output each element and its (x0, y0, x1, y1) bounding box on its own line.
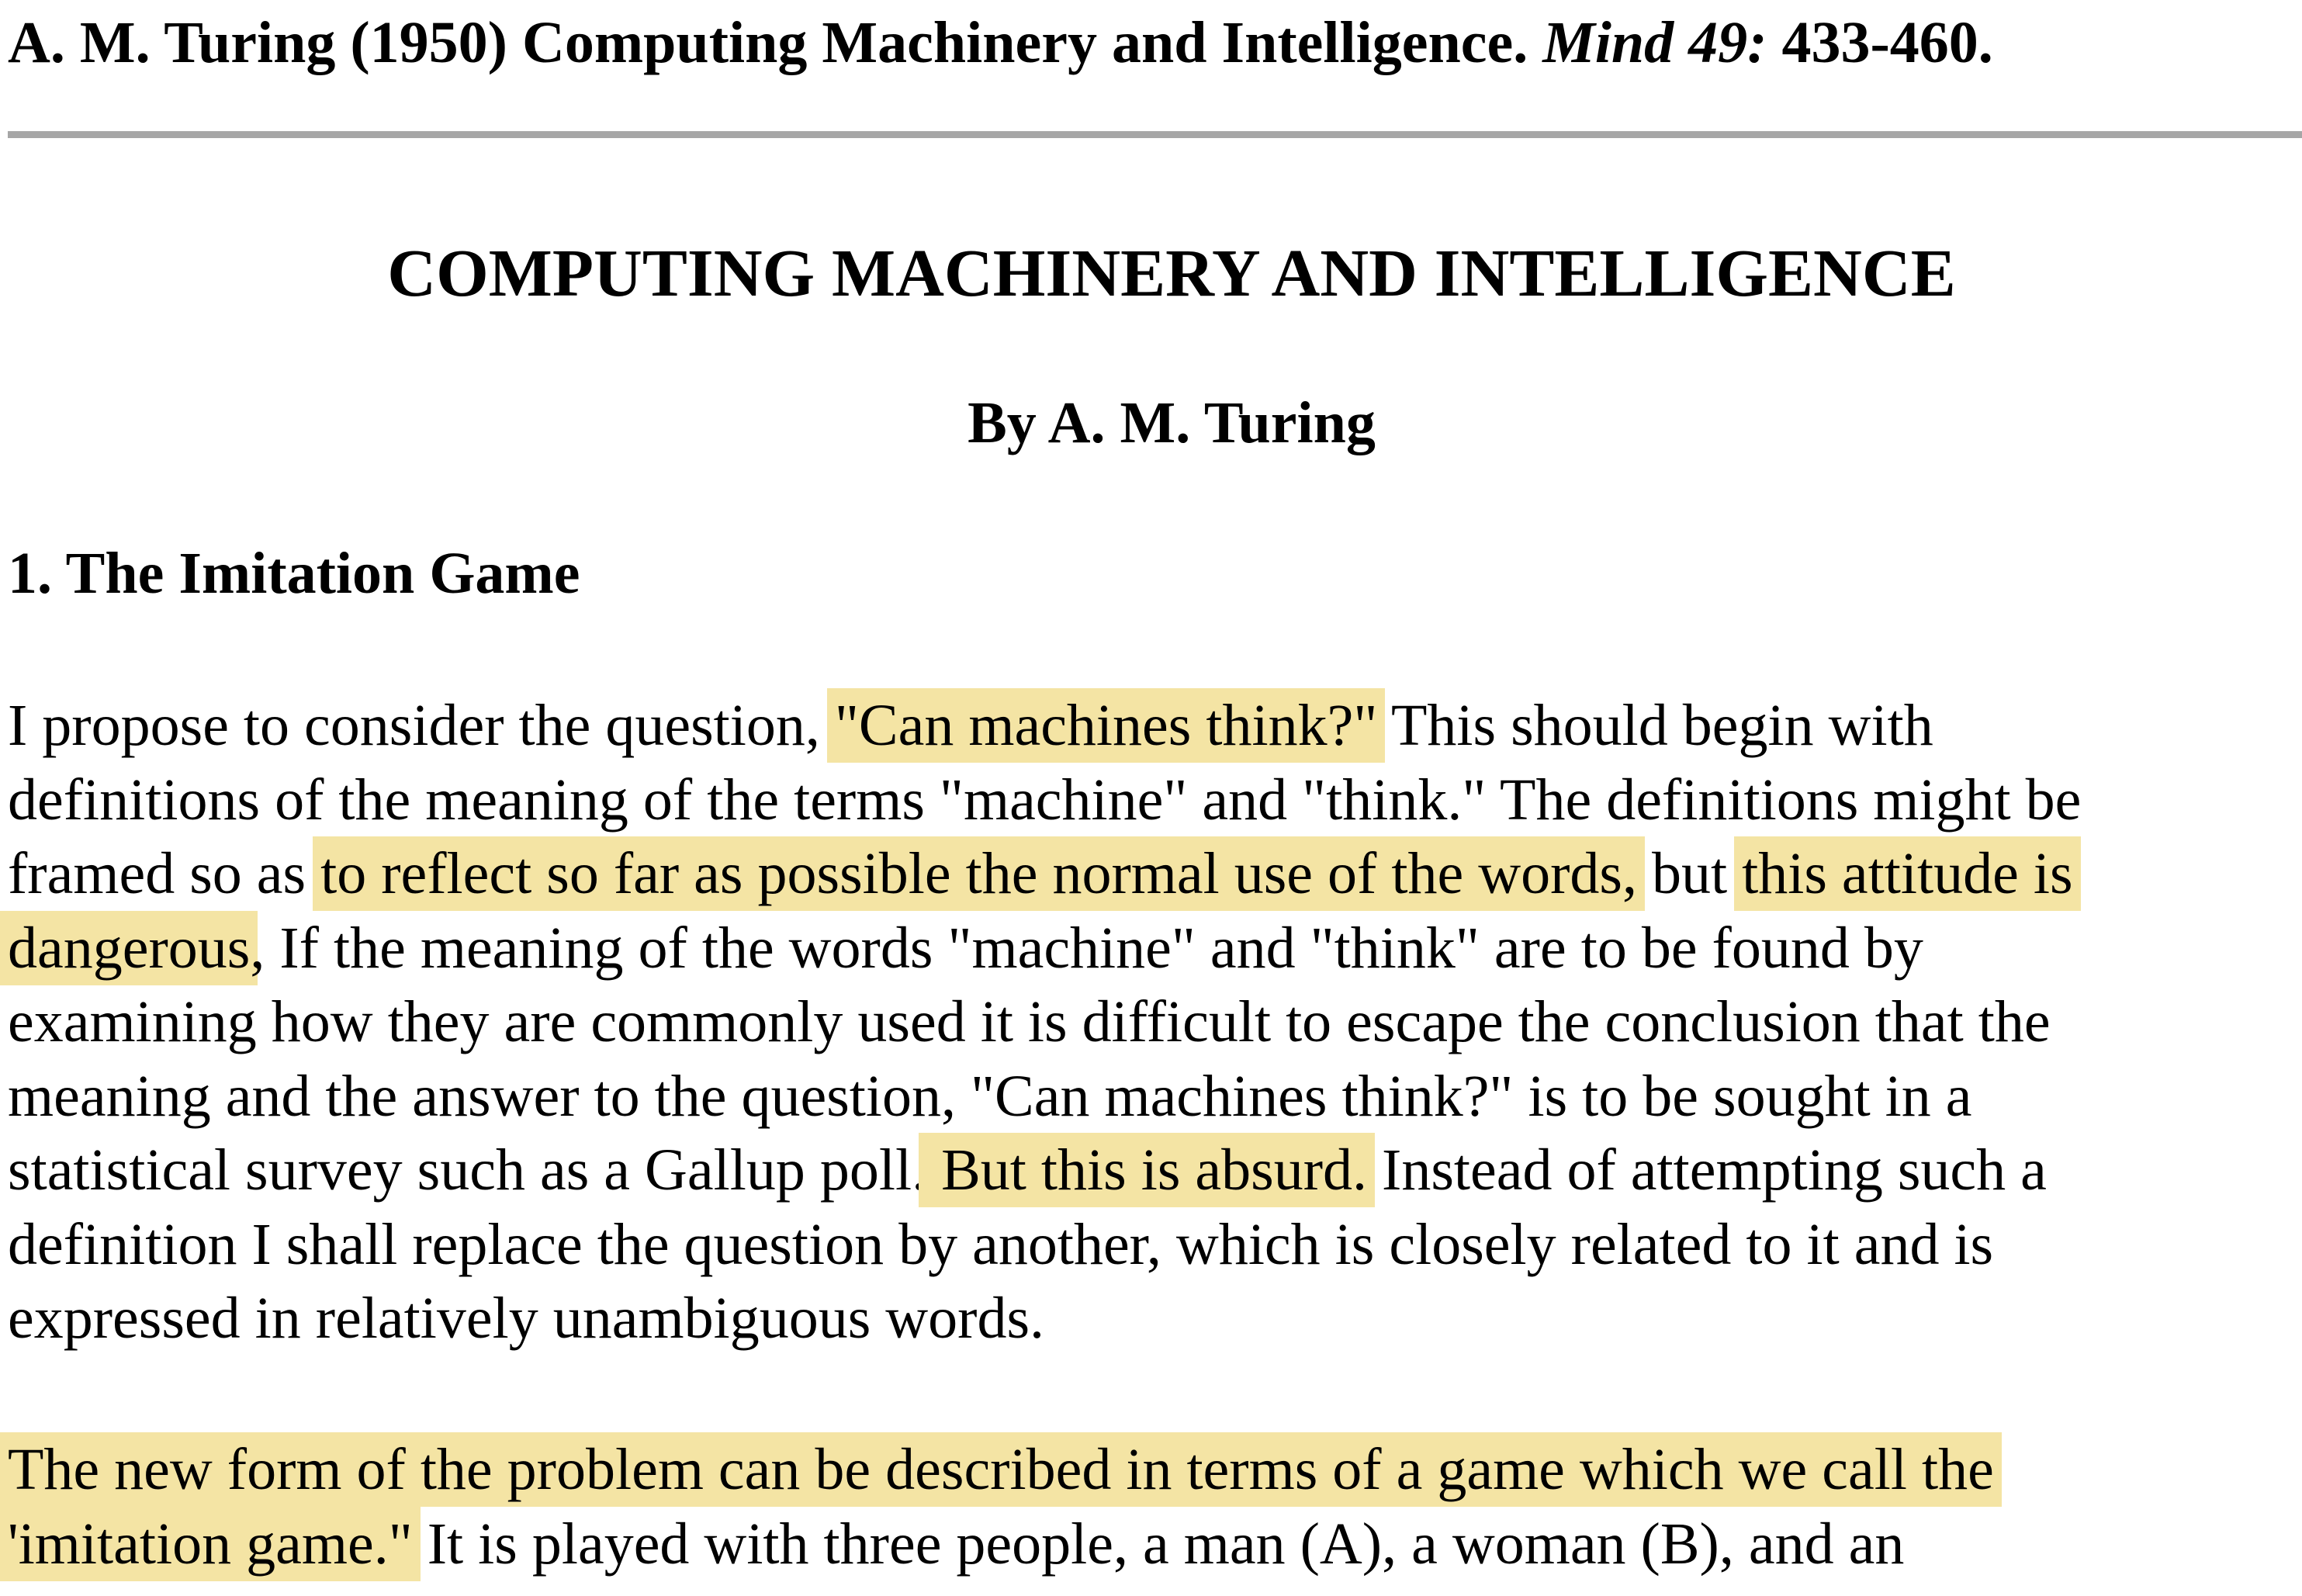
citation-pages: 433-460. (1781, 10, 1993, 75)
section-heading: 1. The Imitation Game (8, 541, 580, 606)
paragraph-line: examining how they are commonly used it … (8, 989, 2051, 1054)
paragraph-line: I propose to consider the question, "Can… (8, 688, 2081, 763)
text-segment: I propose to consider the question, (8, 693, 835, 758)
highlight-attitude-dangerous[interactable]: this attitude is (1734, 836, 2081, 911)
page-title: COMPUTING MACHINERY AND INTELLIGENCE (387, 235, 1956, 310)
highlight-absurd[interactable]: But this is absurd. (919, 1133, 1376, 1207)
author-byline: By A. M. Turing (968, 390, 1376, 455)
paragraph-line: framed so as to reflect so far as possib… (8, 836, 2081, 912)
text-segment: Instead of attempting such a (1367, 1137, 2047, 1203)
paragraph-line: definition I shall replace the question … (8, 1211, 1994, 1277)
citation-header: A. M. Turing (1950) Computing Machinery … (8, 8, 1993, 78)
highlight-imitation-game[interactable]: 'imitation game." (0, 1506, 421, 1581)
text-segment: framed so as (8, 841, 321, 906)
citation-text: A. M. Turing (1950) Computing Machinery … (8, 10, 1528, 75)
text-segment: , If the meaning of the words "machine" … (250, 915, 1923, 981)
paragraph-line: meaning and the answer to the question, … (8, 1063, 1972, 1129)
paragraph-line: definitions of the meaning of the terms … (8, 767, 2082, 833)
highlight-can-machines-think[interactable]: "Can machines think?" (826, 688, 1386, 763)
paragraph-1: I propose to consider the question, "Can… (0, 688, 2082, 1356)
text-segment: statistical survey such as a Gallup poll… (8, 1137, 927, 1203)
paragraph-line: expressed in relatively unambiguous word… (8, 1286, 1045, 1351)
highlight-normal-use-of-words[interactable]: to reflect so far as possible the normal… (313, 836, 1645, 911)
paragraph-2: The new form of the problem can be descr… (0, 1432, 2002, 1582)
horizontal-rule (8, 131, 2302, 138)
text-segment: but (1636, 841, 1743, 906)
text-segment: This should begin with (1377, 693, 1933, 758)
highlight-attitude-dangerous-cont[interactable]: dangerous (0, 910, 258, 985)
citation-journal: Mind 49: (1542, 10, 1767, 75)
paragraph-line: statistical survey such as a Gallup poll… (8, 1133, 2081, 1208)
text-segment: It is played with three people, a man (A… (412, 1511, 1905, 1577)
paragraph-line: The new form of the problem can be descr… (0, 1432, 2002, 1508)
highlight-new-form[interactable]: The new form of the problem can be descr… (0, 1432, 2002, 1507)
paragraph-line: 'imitation game." It is played with thre… (0, 1506, 1994, 1582)
paragraph-line: dangerous, If the meaning of the words "… (0, 910, 2081, 986)
